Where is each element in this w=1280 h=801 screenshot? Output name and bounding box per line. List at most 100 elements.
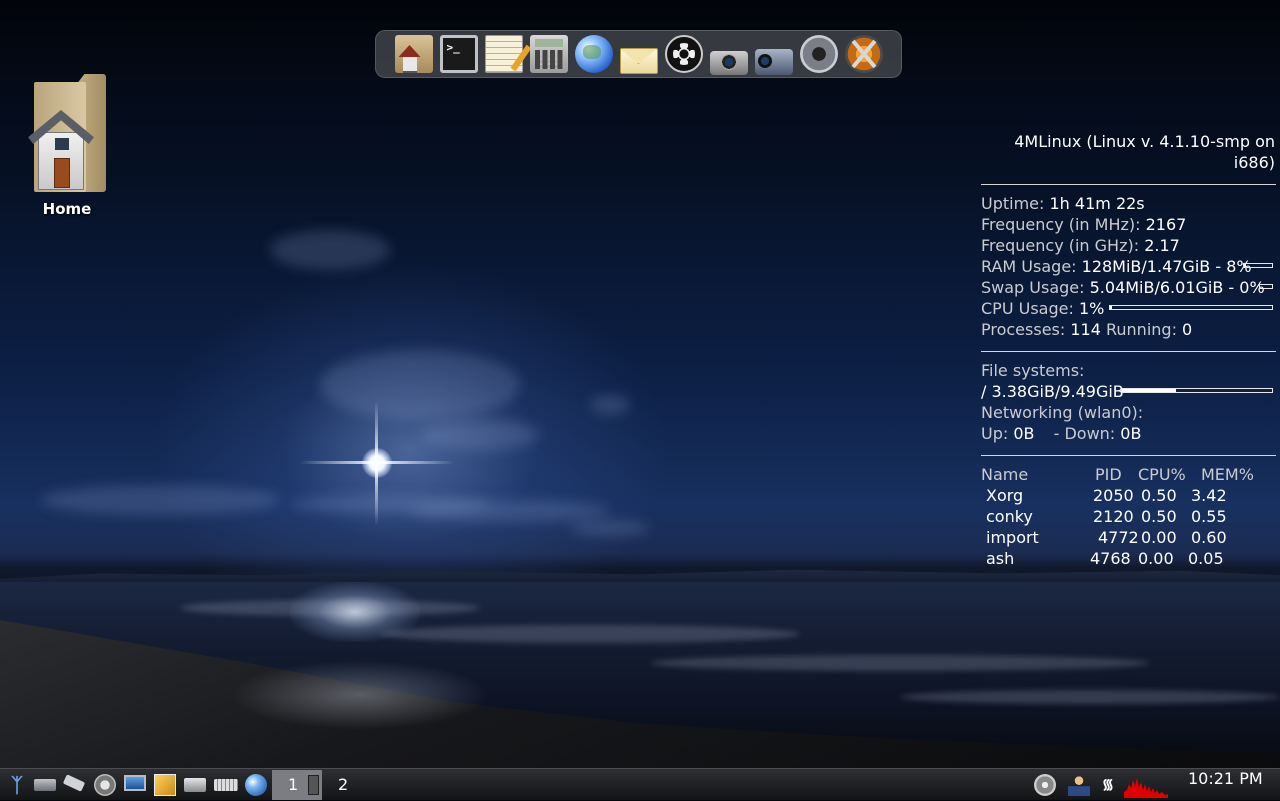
conky-header: 4MLinux (Linux v. 4.1.10-smp on i686) xyxy=(1014,132,1275,172)
divider xyxy=(981,455,1276,456)
globe-icon[interactable] xyxy=(574,35,613,73)
process-table: Name PID CPU% MEM% Xorg 2050 0.50 3.42 c… xyxy=(981,464,1276,569)
keyboard-icon[interactable] xyxy=(214,779,238,791)
uptime-row: Uptime: 1h 41m 22s xyxy=(981,193,1276,214)
processes-value: 114 xyxy=(1070,320,1101,339)
fs-bar-fill xyxy=(1122,389,1176,392)
freq-ghz-value: 2.17 xyxy=(1144,236,1180,255)
desktop-icon-label: Home xyxy=(42,200,92,218)
proc-name: ash xyxy=(986,549,1015,568)
cloud xyxy=(590,395,630,415)
application-dock xyxy=(375,30,902,78)
swap-label: Swap Usage: xyxy=(981,278,1085,297)
speaker-icon[interactable] xyxy=(94,774,116,796)
workspace-2-button[interactable]: 2 xyxy=(322,770,372,800)
proc-cpu: 0.00 xyxy=(1138,549,1174,568)
ram-bar xyxy=(1243,263,1273,268)
swap-row: Swap Usage: 5.04MiB/6.01GiB - 0% xyxy=(981,277,1276,298)
col-header-mem: MEM% xyxy=(1201,465,1254,484)
fs-label: File systems: xyxy=(981,361,1085,380)
proc-mem: 0.60 xyxy=(1191,528,1227,547)
cpu-bar-fill xyxy=(1110,306,1112,309)
usb-stick-icon[interactable] xyxy=(62,774,86,792)
proc-pid: 2120 xyxy=(1093,507,1134,526)
net-row: Up: 0B - Down: 0B xyxy=(981,423,1276,444)
freq-mhz-row: Frequency (in MHz): 2167 xyxy=(981,214,1276,235)
freq-ghz-label: Frequency (in GHz): xyxy=(981,236,1140,255)
conky-system-monitor: 4MLinux (Linux v. 4.1.10-smp on i686) Up… xyxy=(981,131,1276,569)
up-value: 0B xyxy=(1013,424,1035,443)
wifi-icon[interactable]: ᯾ xyxy=(1097,774,1119,796)
running-value: 0 xyxy=(1182,320,1193,339)
workspace-label: 2 xyxy=(338,775,349,794)
down-value: 0B xyxy=(1120,424,1142,443)
cpu-graph-fill xyxy=(1124,778,1168,798)
cloud xyxy=(320,350,520,420)
film-reel-icon[interactable] xyxy=(664,35,703,73)
webcam-icon[interactable] xyxy=(799,35,838,73)
xfce-logo-icon[interactable] xyxy=(844,35,883,73)
printer-icon[interactable] xyxy=(184,778,206,792)
home-folder-icon[interactable] xyxy=(394,35,433,73)
cloud xyxy=(410,500,610,522)
col-header-name: Name xyxy=(981,465,1029,484)
down-label: - Down: xyxy=(1053,424,1116,443)
taskbar: ᛉ 1 2 ᯾ 10:21 PM xyxy=(0,768,1280,800)
camera-icon[interactable] xyxy=(709,51,748,75)
processes-row: Processes: 114 Running: 0 xyxy=(981,319,1276,340)
beach-reflection xyxy=(230,660,490,730)
wave xyxy=(900,690,1280,704)
processes-label: Processes: xyxy=(981,320,1066,339)
4mlinux-logo-icon[interactable]: ᛉ xyxy=(6,774,28,796)
net-label-row: Networking (wlan0): xyxy=(981,402,1276,423)
swap-bar xyxy=(1259,284,1273,289)
user-icon[interactable] xyxy=(1068,774,1090,796)
ram-value: 128MiB/1.47GiB - 8% xyxy=(1081,257,1252,276)
clock[interactable]: 10:21 PM xyxy=(1188,769,1263,801)
cpu-row: CPU Usage: 1% xyxy=(981,298,1276,319)
calculator-icon[interactable] xyxy=(529,35,568,73)
proc-mem: 0.05 xyxy=(1188,549,1224,568)
proc-cpu: 0.00 xyxy=(1141,528,1177,547)
ram-bar-fill xyxy=(1244,264,1247,267)
up-label: Up: xyxy=(981,424,1009,443)
freq-mhz-value: 2167 xyxy=(1145,215,1187,234)
cpu-graph-icon[interactable] xyxy=(1124,772,1168,798)
moon-ray xyxy=(375,400,378,526)
freq-ghz-row: Frequency (in GHz): 2.17 xyxy=(981,235,1276,256)
proc-name: Xorg xyxy=(986,486,1024,505)
net-label: Networking (wlan0): xyxy=(981,403,1144,422)
running-label: Running: xyxy=(1106,320,1177,339)
desktop-icon-home[interactable]: Home xyxy=(22,68,112,218)
wave xyxy=(650,655,1150,671)
fs-root-value: / 3.38GiB/9.49GiB xyxy=(981,382,1124,401)
volume-icon[interactable] xyxy=(1034,774,1056,796)
notepad-icon[interactable] xyxy=(484,35,523,73)
cpu-value: 1% xyxy=(1078,299,1105,318)
cloud xyxy=(40,485,280,515)
picture-icon[interactable] xyxy=(154,774,176,796)
camcorder-icon[interactable] xyxy=(754,49,793,75)
globe-icon[interactable] xyxy=(245,774,267,796)
proc-name: import xyxy=(986,528,1039,547)
terminal-icon[interactable] xyxy=(439,35,478,73)
fs-label-row: File systems: xyxy=(981,360,1276,381)
workspace-label: 1 xyxy=(288,775,299,794)
divider xyxy=(981,184,1276,185)
home-folder-icon xyxy=(24,68,110,196)
fs-bar xyxy=(1121,388,1273,393)
proc-pid: 2050 xyxy=(1093,486,1134,505)
fs-root-row: / 3.38GiB/9.49GiB xyxy=(981,381,1276,402)
wave xyxy=(180,600,480,616)
envelope-icon[interactable] xyxy=(619,48,658,74)
proc-pid: 4772 xyxy=(1098,528,1139,547)
divider xyxy=(981,351,1276,352)
hard-drive-icon[interactable] xyxy=(34,779,56,791)
monitor-icon[interactable] xyxy=(124,775,146,791)
ram-label: RAM Usage: xyxy=(981,257,1077,276)
ram-row: RAM Usage: 128MiB/1.47GiB - 8% xyxy=(981,256,1276,277)
col-header-pid: PID xyxy=(1095,465,1122,484)
proc-mem: 0.55 xyxy=(1191,507,1227,526)
proc-name: conky xyxy=(986,507,1033,526)
workspace-1-button[interactable]: 1 xyxy=(272,770,322,800)
